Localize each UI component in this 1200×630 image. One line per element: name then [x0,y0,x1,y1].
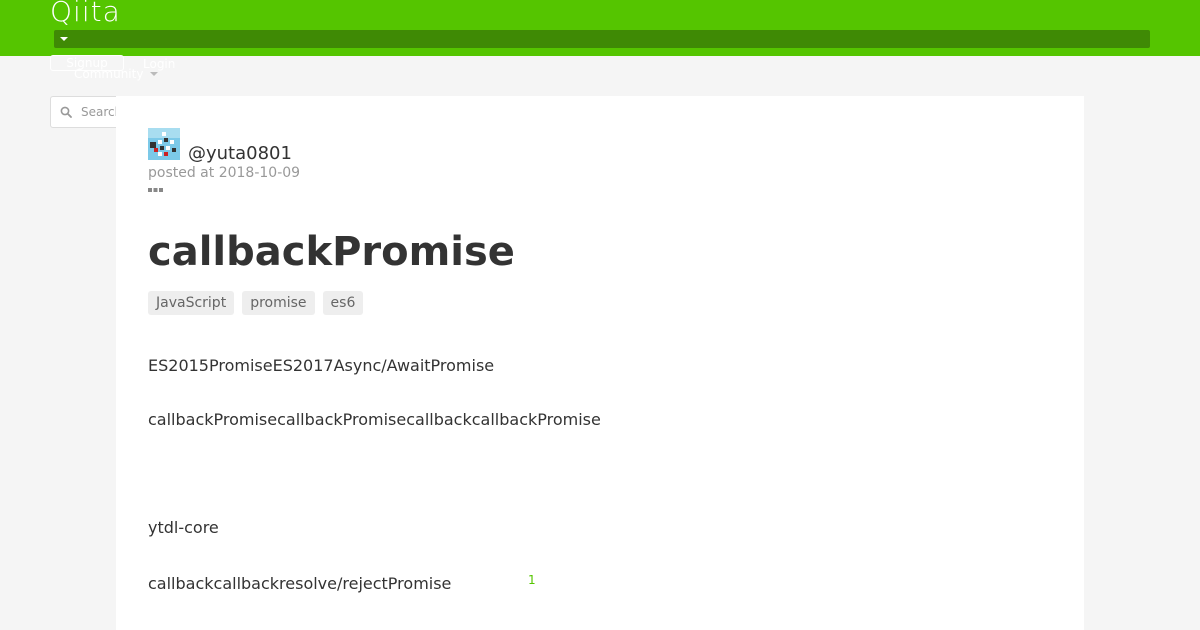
site-header: Qiita [0,0,1200,56]
footnote-ref[interactable]: 1 [528,572,536,588]
article-paragraph: callbackcallbackresolve/rejectPromise [148,574,452,593]
author-avatar[interactable] [148,128,180,160]
article-paragraph: callbackPromisecallbackPromisecallbackca… [148,410,601,429]
article-title: callbackPromise [148,229,515,275]
tag-promise[interactable]: promise [242,291,315,315]
search-icon [60,106,72,118]
article-paragraph: ytdl-core [148,518,219,537]
login-link[interactable]: Login [143,56,175,72]
more-icon[interactable] [148,187,164,193]
chevron-down-icon[interactable] [60,37,68,41]
qiita-logo[interactable]: Qiita [50,0,121,30]
header-nav-bar[interactable] [54,30,1150,48]
article-card: @yuta0801 posted at 2018-10-09 callbackP… [116,96,1084,630]
posted-date: posted at 2018-10-09 [148,165,301,181]
community-menu[interactable]: Community [74,66,143,82]
tag-javascript[interactable]: JavaScript [148,291,235,315]
author-username[interactable]: @yuta0801 [188,142,292,166]
community-chevron-down-icon[interactable] [150,72,158,76]
tag-es6[interactable]: es6 [322,291,364,315]
article-paragraph: ES2015PromiseES2017Async/AwaitPromise [148,356,495,375]
tag-list: JavaScript promise es6 [148,291,364,315]
